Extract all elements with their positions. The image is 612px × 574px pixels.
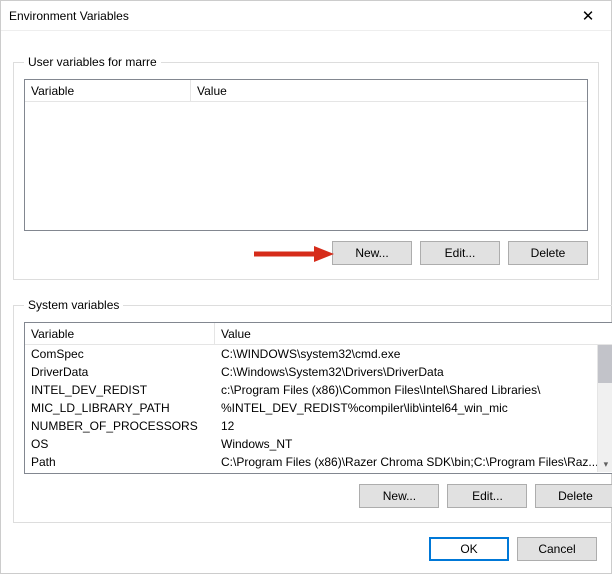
system-list-body[interactable]: ComSpecC:\WINDOWS\system32\cmd.exeDriver… (25, 345, 612, 473)
cell-variable: NUMBER_OF_PROCESSORS (25, 419, 215, 433)
table-row[interactable]: ComSpecC:\WINDOWS\system32\cmd.exe (25, 345, 598, 363)
cell-value: Windows_NT (215, 437, 598, 451)
user-list-body[interactable] (25, 102, 587, 230)
dialog-footer: OK Cancel (1, 537, 611, 573)
cell-value: 12 (215, 419, 598, 433)
system-list-header: Variable Value (25, 323, 612, 345)
system-buttons-row: New... Edit... Delete (24, 484, 612, 508)
annotation-arrow-icon (254, 244, 334, 264)
system-col-variable[interactable]: Variable (25, 323, 215, 344)
titlebar: Environment Variables ✕ (1, 1, 611, 31)
cell-variable: OS (25, 437, 215, 451)
user-col-variable[interactable]: Variable (25, 80, 191, 101)
cell-variable: Path (25, 455, 215, 469)
system-variables-legend: System variables (24, 298, 123, 312)
user-delete-button[interactable]: Delete (508, 241, 588, 265)
close-button[interactable]: ✕ (565, 1, 611, 31)
cell-variable: INTEL_DEV_REDIST (25, 383, 215, 397)
dialog-content: User variables for marre Variable Value … (1, 31, 611, 523)
system-list-scrollbar[interactable]: ▾ (597, 345, 612, 472)
cancel-button[interactable]: Cancel (517, 537, 597, 561)
cell-value: C:\WINDOWS\system32\cmd.exe (215, 347, 598, 361)
table-row[interactable]: DriverDataC:\Windows\System32\Drivers\Dr… (25, 363, 598, 381)
user-buttons-row: New... Edit... Delete (24, 241, 588, 265)
env-vars-dialog: Environment Variables ✕ User variables f… (0, 0, 612, 574)
scrollbar-thumb[interactable] (598, 345, 612, 383)
system-variables-list[interactable]: Variable Value ComSpecC:\WINDOWS\system3… (24, 322, 612, 474)
cell-value: C:\Program Files (x86)\Razer Chroma SDK\… (215, 455, 598, 469)
table-row[interactable]: MIC_LD_LIBRARY_PATH%INTEL_DEV_REDIST%com… (25, 399, 598, 417)
user-edit-button[interactable]: Edit... (420, 241, 500, 265)
close-icon: ✕ (582, 7, 595, 25)
user-col-value[interactable]: Value (191, 80, 587, 101)
system-edit-button[interactable]: Edit... (447, 484, 527, 508)
system-variables-group: System variables Variable Value ComSpecC… (13, 298, 612, 523)
window-title: Environment Variables (9, 9, 565, 23)
system-delete-button[interactable]: Delete (535, 484, 612, 508)
user-variables-group: User variables for marre Variable Value … (13, 55, 599, 280)
system-col-value[interactable]: Value (215, 323, 612, 344)
user-list-header: Variable Value (25, 80, 587, 102)
cell-variable: DriverData (25, 365, 215, 379)
user-new-button[interactable]: New... (332, 241, 412, 265)
table-row[interactable]: INTEL_DEV_REDISTc:\Program Files (x86)\C… (25, 381, 598, 399)
system-new-button[interactable]: New... (359, 484, 439, 508)
scroll-down-icon[interactable]: ▾ (598, 456, 612, 472)
ok-button[interactable]: OK (429, 537, 509, 561)
user-variables-legend: User variables for marre (24, 55, 161, 69)
cell-value: c:\Program Files (x86)\Common Files\Inte… (215, 383, 598, 397)
cell-value: %INTEL_DEV_REDIST%compiler\lib\intel64_w… (215, 401, 598, 415)
user-variables-list[interactable]: Variable Value (24, 79, 588, 231)
table-row[interactable]: OSWindows_NT (25, 435, 598, 453)
table-row[interactable]: NUMBER_OF_PROCESSORS12 (25, 417, 598, 435)
table-row[interactable]: PathC:\Program Files (x86)\Razer Chroma … (25, 453, 598, 471)
cell-variable: MIC_LD_LIBRARY_PATH (25, 401, 215, 415)
cell-variable: ComSpec (25, 347, 215, 361)
cell-value: C:\Windows\System32\Drivers\DriverData (215, 365, 598, 379)
